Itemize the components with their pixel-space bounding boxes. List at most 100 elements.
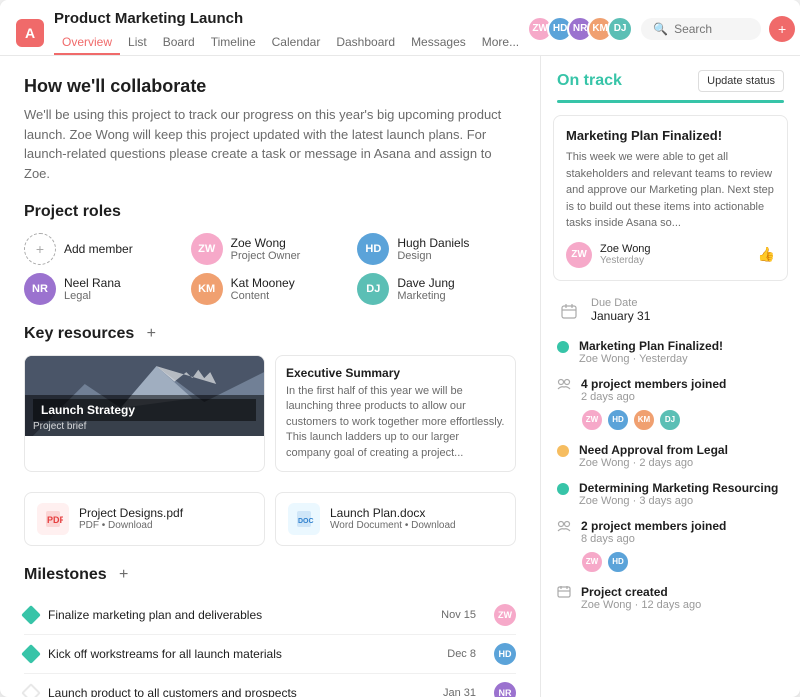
like-button[interactable]: 👍 bbox=[758, 246, 775, 263]
file-cards: PDF Project Designs.pdf PDF • Download D… bbox=[24, 492, 516, 546]
roles-grid: + Add member ZW Zoe Wong Project Owner H… bbox=[24, 233, 516, 305]
role-label: Design bbox=[397, 250, 469, 262]
add-member-icon: + bbox=[24, 233, 56, 265]
tab-overview[interactable]: Overview bbox=[54, 31, 120, 55]
tab-calendar[interactable]: Calendar bbox=[264, 31, 329, 55]
svg-text:DOC: DOC bbox=[298, 518, 314, 525]
created-icon bbox=[557, 585, 571, 599]
update-author-avatar: ZW bbox=[566, 242, 592, 268]
role-name: Kat Mooney bbox=[231, 276, 295, 290]
role-name: Zoe Wong bbox=[231, 236, 301, 250]
tab-timeline[interactable]: Timeline bbox=[203, 31, 264, 55]
milestone-date: Nov 15 bbox=[441, 609, 476, 621]
timeline-avatar: ZW bbox=[581, 409, 603, 431]
role-avatar: NR bbox=[24, 273, 56, 305]
tab-board[interactable]: Board bbox=[155, 31, 203, 55]
tab-messages[interactable]: Messages bbox=[403, 31, 474, 55]
search-input[interactable] bbox=[674, 22, 754, 36]
role-avatar: HD bbox=[357, 233, 389, 265]
timeline-item: 4 project members joined 2 days ago ZW H… bbox=[557, 377, 784, 431]
role-name: Hugh Daniels bbox=[397, 236, 469, 250]
file-meta: PDF • Download bbox=[79, 520, 183, 531]
update-card-title: Marketing Plan Finalized! bbox=[566, 128, 775, 143]
header-avatars: ZW HD NR KM DJ bbox=[527, 16, 633, 42]
collaborate-title: How we'll collaborate bbox=[24, 76, 516, 97]
update-status-button[interactable]: Update status bbox=[698, 70, 784, 92]
timeline-event-sub: Zoe Wong · Yesterday bbox=[579, 353, 784, 365]
milestone-date: Jan 31 bbox=[443, 687, 476, 697]
status-bar bbox=[557, 100, 784, 103]
milestone-date: Dec 8 bbox=[447, 648, 476, 660]
milestone-diamond-outline bbox=[21, 683, 41, 697]
timeline-avatar: HD bbox=[607, 551, 629, 573]
role-label: Project Owner bbox=[231, 250, 301, 262]
due-date-value: January 31 bbox=[591, 309, 650, 323]
resource-card-label: Launch Strategy bbox=[33, 399, 256, 421]
timeline-event-title: Need Approval from Legal bbox=[579, 443, 784, 457]
timeline-item: 2 project members joined 8 days ago ZW H… bbox=[557, 519, 784, 573]
role-name: Neel Rana bbox=[64, 276, 121, 290]
timeline-event-sub: Zoe Wong · 12 days ago bbox=[581, 599, 784, 611]
join-icon bbox=[557, 377, 571, 391]
role-neel: NR Neel Rana Legal bbox=[24, 273, 183, 305]
file-doc[interactable]: DOC Launch Plan.docx Word Document • Dow… bbox=[275, 492, 516, 546]
timeline: Marketing Plan Finalized! Zoe Wong · Yes… bbox=[541, 331, 800, 631]
timeline-event-sub: 2 days ago bbox=[581, 391, 784, 403]
file-pdf[interactable]: PDF Project Designs.pdf PDF • Download bbox=[24, 492, 265, 546]
left-panel: How we'll collaborate We'll be using thi… bbox=[0, 56, 540, 697]
timeline-avatar: KM bbox=[633, 409, 655, 431]
project-title: Product Marketing Launch bbox=[54, 10, 527, 27]
milestone-text: Launch product to all customers and pros… bbox=[48, 686, 433, 697]
timeline-item: Project created Zoe Wong · 12 days ago bbox=[557, 585, 784, 611]
launch-strategy-card[interactable]: Launch Strategy Project brief bbox=[24, 355, 265, 472]
milestone-text: Kick off workstreams for all launch mate… bbox=[48, 647, 437, 661]
timeline-event-title: Marketing Plan Finalized! bbox=[579, 339, 784, 353]
milestone-avatar: HD bbox=[494, 643, 516, 665]
join-icon bbox=[557, 519, 571, 533]
add-button[interactable]: + bbox=[769, 16, 795, 42]
role-kat: KM Kat Mooney Content bbox=[191, 273, 350, 305]
timeline-event-sub: Zoe Wong · 3 days ago bbox=[579, 495, 784, 507]
milestones-title: Milestones bbox=[24, 566, 107, 584]
file-meta: Word Document • Download bbox=[330, 520, 456, 531]
add-member-label: Add member bbox=[64, 242, 133, 256]
timeline-avatar: HD bbox=[607, 409, 629, 431]
update-author-name: Zoe Wong bbox=[600, 243, 651, 255]
role-label: Legal bbox=[64, 290, 121, 302]
role-label: Content bbox=[231, 290, 295, 302]
timeline-avatar: DJ bbox=[659, 409, 681, 431]
resources-grid: Launch Strategy Project brief Executive … bbox=[24, 355, 516, 472]
timeline-dot-green bbox=[557, 341, 569, 353]
timeline-item: Determining Marketing Resourcing Zoe Won… bbox=[557, 481, 784, 507]
role-zoe: ZW Zoe Wong Project Owner bbox=[191, 233, 350, 265]
due-date-label: Due Date bbox=[591, 297, 650, 309]
milestones-list: Finalize marketing plan and deliverables… bbox=[24, 596, 516, 697]
add-member-item[interactable]: + Add member bbox=[24, 233, 183, 265]
update-card: Marketing Plan Finalized! This week we w… bbox=[553, 115, 788, 281]
svg-text:PDF: PDF bbox=[47, 515, 63, 525]
add-milestone-button[interactable]: + bbox=[115, 566, 133, 584]
exec-summary-title: Executive Summary bbox=[286, 366, 505, 380]
avatar[interactable]: DJ bbox=[607, 16, 633, 42]
search-box[interactable]: 🔍 bbox=[641, 18, 761, 40]
exec-summary-text: In the first half of this year we will b… bbox=[286, 384, 505, 461]
file-name: Launch Plan.docx bbox=[330, 506, 456, 520]
timeline-event-sub: 8 days ago bbox=[581, 533, 784, 545]
role-avatar: DJ bbox=[357, 273, 389, 305]
update-author-time: Yesterday bbox=[600, 255, 651, 266]
executive-summary-card[interactable]: Executive Summary In the first half of t… bbox=[275, 355, 516, 472]
role-dave: DJ Dave Jung Marketing bbox=[357, 273, 516, 305]
add-resource-button[interactable]: + bbox=[142, 325, 160, 343]
milestone-item: Kick off workstreams for all launch mate… bbox=[24, 635, 516, 674]
timeline-event-sub: Zoe Wong · 2 days ago bbox=[579, 457, 784, 469]
milestone-item: Finalize marketing plan and deliverables… bbox=[24, 596, 516, 635]
tab-dashboard[interactable]: Dashboard bbox=[328, 31, 403, 55]
tab-list[interactable]: List bbox=[120, 31, 155, 55]
timeline-dot-green bbox=[557, 483, 569, 495]
role-name: Dave Jung bbox=[397, 276, 454, 290]
role-hugh: HD Hugh Daniels Design bbox=[357, 233, 516, 265]
tab-more[interactable]: More... bbox=[474, 31, 527, 55]
role-label: Marketing bbox=[397, 290, 454, 302]
calendar-icon bbox=[557, 299, 581, 323]
nav-tabs: Overview List Board Timeline Calendar Da… bbox=[54, 31, 527, 55]
